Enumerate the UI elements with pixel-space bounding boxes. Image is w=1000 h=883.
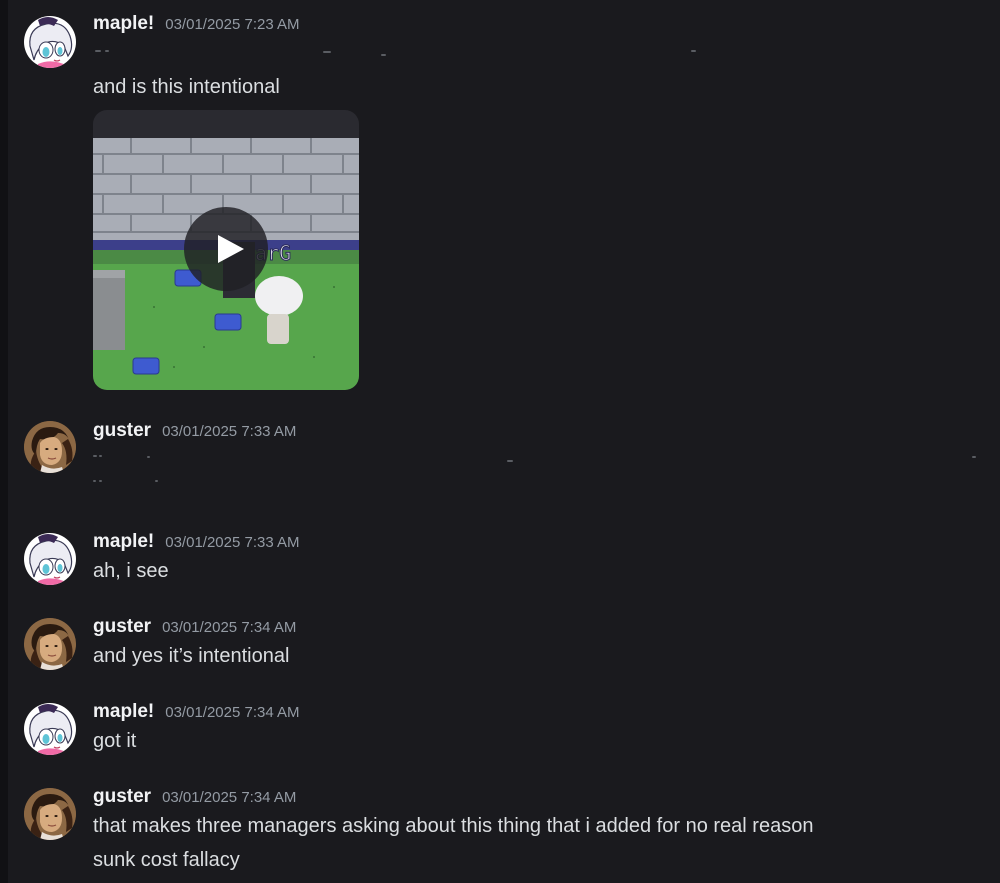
- play-icon: [218, 235, 244, 263]
- play-button[interactable]: [184, 207, 268, 291]
- timestamp: 03/01/2025 7:34 AM: [162, 619, 297, 636]
- maple-avatar-icon: [24, 533, 76, 585]
- message-header: maple! 03/01/2025 7:34 AM: [93, 701, 300, 723]
- message-header: maple! 03/01/2025 7:33 AM: [93, 531, 300, 553]
- message-text: ah, i see: [93, 560, 169, 582]
- username[interactable]: maple!: [93, 531, 154, 553]
- message-header: guster 03/01/2025 7:34 AM: [93, 616, 296, 638]
- avatar[interactable]: [24, 421, 76, 473]
- left-rail: [0, 0, 8, 883]
- avatar[interactable]: [24, 703, 76, 755]
- message-header: guster 03/01/2025 7:33 AM: [93, 420, 296, 442]
- message-text: that makes three managers asking about t…: [93, 815, 814, 837]
- timestamp: 03/01/2025 7:23 AM: [165, 16, 300, 33]
- guster-avatar-icon: [24, 618, 76, 670]
- timestamp: 03/01/2025 7:34 AM: [165, 704, 300, 721]
- message-text: sunk cost fallacy: [93, 849, 240, 871]
- message-header: guster 03/01/2025 7:34 AM: [93, 786, 296, 808]
- username[interactable]: maple!: [93, 13, 154, 35]
- username[interactable]: guster: [93, 420, 151, 442]
- avatar[interactable]: [24, 533, 76, 585]
- avatar[interactable]: [24, 16, 76, 68]
- username[interactable]: maple!: [93, 701, 154, 723]
- timestamp: 03/01/2025 7:33 AM: [165, 534, 300, 551]
- message-text: got it: [93, 730, 137, 752]
- maple-avatar-icon: [24, 703, 76, 755]
- redacted-line: [93, 451, 978, 463]
- avatar[interactable]: [24, 618, 76, 670]
- timestamp: 03/01/2025 7:33 AM: [162, 423, 297, 440]
- message-text: and yes it’s intentional: [93, 645, 290, 667]
- video-attachment[interactable]: arG: [93, 110, 359, 390]
- redacted-line: [93, 477, 293, 489]
- guster-avatar-icon: [24, 788, 76, 840]
- message-text: and is this intentional: [93, 76, 280, 98]
- username[interactable]: guster: [93, 786, 151, 808]
- username[interactable]: guster: [93, 616, 151, 638]
- timestamp: 03/01/2025 7:34 AM: [162, 789, 297, 806]
- message-header: maple! 03/01/2025 7:23 AM: [93, 13, 300, 35]
- maple-avatar-icon: [24, 16, 76, 68]
- avatar[interactable]: [24, 788, 76, 840]
- redacted-line: [93, 46, 713, 58]
- guster-avatar-icon: [24, 421, 76, 473]
